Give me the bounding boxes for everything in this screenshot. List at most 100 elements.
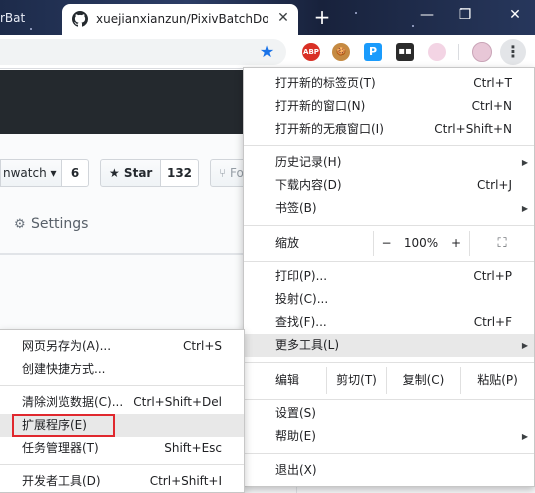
- menu-item-shortcut: Ctrl+Shift+N: [434, 122, 512, 136]
- cookie-icon[interactable]: 🍪: [332, 43, 350, 61]
- chrome-menu-icon[interactable]: ⋮: [500, 39, 526, 65]
- close-tab-icon[interactable]: ✕: [274, 9, 292, 27]
- menu-item-new-incognito-window[interactable]: 打开新的无痕窗口(I) Ctrl+Shift+N: [244, 118, 534, 141]
- zoom-level: 100%: [403, 236, 439, 250]
- menu-item-label: 开发者工具(D): [22, 474, 101, 488]
- menu-item-shortcut: Shift+Esc: [164, 441, 222, 455]
- menu-item-label: 任务管理器(T): [22, 441, 99, 455]
- cut-button[interactable]: 剪切(T): [326, 367, 386, 394]
- menu-item-label: 清除浏览数据(C)...: [22, 395, 124, 409]
- menu-item-label: 创建快捷方式...: [22, 362, 106, 376]
- tab-title: rBat: [0, 11, 26, 25]
- gear-icon: ⚙: [14, 217, 26, 232]
- zoom-label: 缩放: [275, 236, 300, 250]
- menu-item-cast[interactable]: 投射(C)...: [244, 288, 534, 311]
- submenu-item-developer-tools[interactable]: 开发者工具(D) Ctrl+Shift+I: [0, 470, 244, 493]
- menu-item-new-tab[interactable]: 打开新的标签页(T) Ctrl+T: [244, 72, 534, 95]
- close-window-button[interactable]: ✕: [500, 4, 530, 28]
- menu-item-label: 查找(F)...: [275, 315, 327, 329]
- tab-settings[interactable]: ⚙ Settings: [14, 215, 88, 234]
- address-bar[interactable]: ★: [0, 39, 286, 65]
- menu-item-history[interactable]: 历史记录(H) ▶: [244, 151, 534, 174]
- submenu-item-save-page[interactable]: 网页另存为(A)... Ctrl+S: [0, 335, 244, 358]
- settings-label: Settings: [31, 216, 89, 232]
- tab-active[interactable]: xuejianxianzun/PixivBatchDow ✕: [62, 4, 298, 35]
- watch-count[interactable]: 6: [61, 159, 89, 187]
- menu-item-shortcut: Ctrl+J: [477, 178, 512, 192]
- zoom-out-button[interactable]: −: [373, 231, 399, 256]
- menu-item-new-window[interactable]: 打开新的窗口(N) Ctrl+N: [244, 95, 534, 118]
- menu-item-label: 历史记录(H): [275, 155, 342, 169]
- menu-item-shortcut: Ctrl+Shift+I: [149, 474, 222, 488]
- menu-item-shortcut: Ctrl+P: [473, 269, 512, 283]
- menu-separator: [244, 225, 534, 226]
- menu-item-shortcut: Ctrl+Shift+Del: [133, 395, 222, 409]
- dark-extension-icon[interactable]: ▪▪: [396, 43, 414, 61]
- toolbar-divider: [458, 44, 459, 60]
- submenu-arrow-icon: ▶: [521, 158, 528, 167]
- menu-item-label: 书签(B): [275, 201, 317, 215]
- menu-item-help[interactable]: 帮助(E) ▶: [244, 425, 534, 448]
- menu-item-shortcut: Ctrl+N: [471, 99, 512, 113]
- watch-button[interactable]: nwatch ▾: [0, 159, 62, 187]
- menu-separator: [244, 145, 534, 146]
- fullscreen-icon[interactable]: ⛶: [469, 231, 534, 256]
- star-button[interactable]: ★ Star: [100, 159, 161, 187]
- profile-avatar[interactable]: [472, 42, 492, 62]
- zoom-in-button[interactable]: +: [443, 231, 469, 256]
- adblock-plus-icon[interactable]: ABP: [302, 43, 320, 61]
- anime-extension-icon[interactable]: [428, 43, 446, 61]
- menu-item-label: 更多工具(L): [275, 338, 340, 352]
- menu-item-label: 帮助(E): [275, 429, 316, 443]
- menu-item-label: 打开新的标签页(T): [275, 76, 376, 90]
- tab-title: xuejianxianzun/PixivBatchDow: [96, 12, 268, 26]
- submenu-arrow-icon: ▶: [521, 204, 528, 213]
- tab-strip: rBat xuejianxianzun/PixivBatchDow ✕ + — …: [0, 0, 535, 35]
- star-count[interactable]: 132: [160, 159, 199, 187]
- menu-separator: [0, 464, 244, 465]
- highlight-box: [12, 414, 115, 437]
- menu-edit-row: 编辑 剪切(T) 复制(C) 粘贴(P): [244, 367, 534, 394]
- browser-toolbar: ★ ABP 🍪 P ▪▪ ⋮: [0, 35, 535, 69]
- menu-item-settings[interactable]: 设置(S): [244, 402, 534, 425]
- new-tab-button[interactable]: +: [310, 6, 334, 30]
- menu-item-shortcut: Ctrl+F: [473, 315, 512, 329]
- menu-item-shortcut: Ctrl+S: [182, 339, 222, 353]
- menu-separator: [244, 453, 534, 454]
- restore-button[interactable]: ❐: [450, 4, 480, 28]
- menu-item-label: 设置(S): [275, 406, 316, 420]
- submenu-arrow-icon: ▶: [521, 432, 528, 441]
- more-tools-submenu: 网页另存为(A)... Ctrl+S 创建快捷方式... 清除浏览数据(C)..…: [0, 329, 245, 493]
- background-star: [355, 12, 357, 14]
- tab-inactive[interactable]: rBat: [0, 6, 56, 35]
- menu-item-more-tools[interactable]: 更多工具(L) ▶: [244, 334, 534, 357]
- menu-item-downloads[interactable]: 下载内容(D) Ctrl+J: [244, 174, 534, 197]
- edit-label: 编辑: [275, 373, 300, 387]
- paste-button[interactable]: 粘贴(P): [460, 367, 534, 394]
- star-icon[interactable]: ★: [258, 44, 276, 60]
- menu-separator: [244, 261, 534, 262]
- menu-item-bookmarks[interactable]: 书签(B) ▶: [244, 197, 534, 220]
- menu-item-print[interactable]: 打印(P)... Ctrl+P: [244, 265, 534, 288]
- submenu-item-clear-browsing-data[interactable]: 清除浏览数据(C)... Ctrl+Shift+Del: [0, 391, 244, 414]
- menu-separator: [244, 362, 534, 363]
- menu-item-exit[interactable]: 退出(X): [244, 459, 534, 482]
- chrome-main-menu: 打开新的标签页(T) Ctrl+T 打开新的窗口(N) Ctrl+N 打开新的无…: [243, 67, 535, 487]
- pixiv-extension-icon[interactable]: P: [364, 43, 382, 61]
- menu-item-shortcut: Ctrl+T: [473, 76, 512, 90]
- copy-button[interactable]: 复制(C): [386, 367, 460, 394]
- menu-item-label: 打印(P)...: [275, 269, 328, 283]
- menu-item-label: 投射(C)...: [275, 292, 329, 306]
- submenu-item-create-shortcut[interactable]: 创建快捷方式...: [0, 358, 244, 381]
- submenu-item-task-manager[interactable]: 任务管理器(T) Shift+Esc: [0, 437, 244, 460]
- menu-item-label: 退出(X): [275, 463, 317, 477]
- minimize-button[interactable]: —: [412, 4, 442, 28]
- menu-item-label: 打开新的窗口(N): [275, 99, 366, 113]
- menu-item-find[interactable]: 查找(F)... Ctrl+F: [244, 311, 534, 334]
- menu-item-label: 打开新的无痕窗口(I): [275, 122, 384, 136]
- menu-separator: [0, 385, 244, 386]
- menu-item-label: 网页另存为(A)...: [22, 339, 112, 353]
- github-icon: [72, 11, 88, 27]
- submenu-arrow-icon: ▶: [521, 341, 528, 350]
- menu-item-label: 下载内容(D): [275, 178, 342, 192]
